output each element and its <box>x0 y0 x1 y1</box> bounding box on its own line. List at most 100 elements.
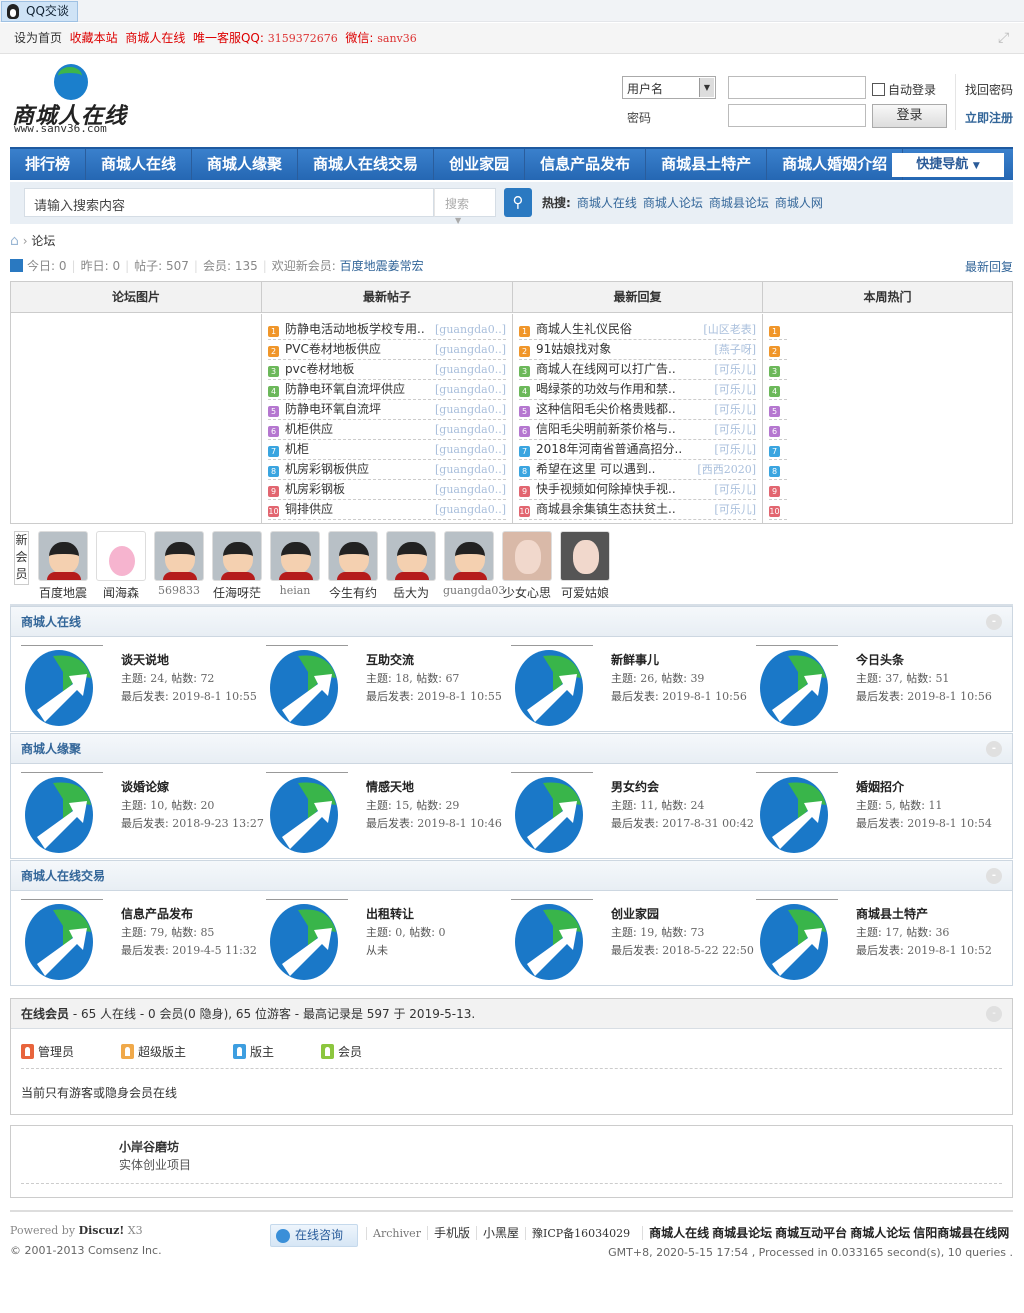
list-item[interactable]: 7 2018年河南省普通高招分.. [可乐儿] <box>519 440 756 460</box>
item-author[interactable]: [guangda0..] <box>435 400 506 419</box>
item-title[interactable]: 防静电活动地板学校专用.. <box>285 322 425 336</box>
item-title[interactable]: 机房彩钢板供应 <box>285 462 369 476</box>
quick-nav-button[interactable]: 快捷导航 ▼ <box>892 153 1004 177</box>
nav-item[interactable]: 创业家园 <box>434 149 526 180</box>
list-item[interactable]: 8 希望在这里 可以遇到.. [西西2020] <box>519 460 756 480</box>
hot-search-link[interactable]: 商城人论坛 <box>643 196 703 210</box>
category-title[interactable]: 商城人在线交易 <box>21 869 105 883</box>
list-item[interactable]: 9 机房彩钢板 [guangda0..] <box>268 480 506 500</box>
hot-search-link[interactable]: 商城人网 <box>775 196 823 210</box>
collapse-icon[interactable]: - <box>986 741 1002 757</box>
footer-link[interactable]: 手机版 <box>426 1226 476 1240</box>
item-title[interactable]: 信阳毛尖明前新茶价格与.. <box>536 422 676 436</box>
nav-item[interactable]: 商城人缘聚 <box>192 149 299 180</box>
forum-name[interactable]: 商城县土特产 <box>856 905 928 922</box>
member-card[interactable]: 少女心思 <box>501 531 553 601</box>
newest-member-link[interactable]: 百度地震姜常宏 <box>340 259 424 273</box>
ad-title[interactable]: 小岸谷磨坊 <box>119 1138 179 1155</box>
list-item[interactable]: 10 商城县余集镇生态扶贫土.. [可乐儿] <box>519 500 756 520</box>
last-post-time[interactable]: 2017-8-31 00:42 <box>662 817 754 830</box>
online-title[interactable]: 在线会员 <box>21 1007 69 1021</box>
last-post-time[interactable]: 2019-8-1 10:55 <box>417 690 502 703</box>
username-input[interactable] <box>728 76 866 99</box>
avatar[interactable] <box>154 531 204 581</box>
item-title[interactable]: 防静电环氧自流坪供应 <box>285 382 405 396</box>
forum-name[interactable]: 今日头条 <box>856 651 904 668</box>
item-author[interactable]: [guangda0..] <box>435 360 506 379</box>
footer-site-link[interactable]: 信阳商城县在线网 <box>913 1226 1009 1240</box>
search-type-select[interactable]: 搜索 ▼ <box>434 188 496 225</box>
list-item[interactable]: 4 喝绿茶的功效与作用和禁.. [可乐儿] <box>519 380 756 400</box>
list-item[interactable]: 1 防静电活动地板学校专用.. [guangda0..] <box>268 320 506 340</box>
item-title[interactable]: 快手视频如何除掉快手视.. <box>536 482 676 496</box>
footer-site-link[interactable]: 商城县论坛 <box>712 1226 772 1240</box>
footer-site-link[interactable]: 商城人论坛 <box>850 1226 910 1240</box>
item-author[interactable]: [guangda0..] <box>435 440 506 459</box>
member-name[interactable]: 今生有约 <box>327 584 379 601</box>
avatar[interactable] <box>270 531 320 581</box>
login-button[interactable]: 登录 <box>872 104 947 128</box>
bookmark-link[interactable]: 收藏本站 <box>70 31 118 45</box>
item-title[interactable]: 机房彩钢板 <box>285 482 345 496</box>
item-title[interactable]: 91姑娘找对象 <box>536 342 611 356</box>
username-type-select[interactable]: 用户名 ▼ <box>622 76 716 99</box>
footer-site-link[interactable]: 商城人在线 <box>642 1226 710 1240</box>
list-item[interactable]: 1 商城人生礼仪民俗 [山区老表] <box>519 320 756 340</box>
footer-site-link[interactable]: 商城互动平台 <box>775 1226 847 1240</box>
member-name[interactable]: guangda03 <box>443 584 505 597</box>
member-card[interactable]: 岳大为 <box>385 531 437 601</box>
member-name[interactable]: 岳大为 <box>385 584 437 601</box>
item-author[interactable]: [guangda0..] <box>435 480 506 499</box>
set-homepage-link[interactable]: 设为首页 <box>14 31 62 45</box>
avatar[interactable] <box>328 531 378 581</box>
nav-item[interactable]: 商城人婚姻介绍 <box>767 149 904 180</box>
search-input[interactable]: 请输入搜索内容 <box>24 188 434 217</box>
search-button[interactable]: ⚲ <box>504 188 532 217</box>
item-author[interactable]: [guangda0..] <box>435 460 506 479</box>
list-item[interactable]: 4 防静电环氧自流坪供应 [guangda0..] <box>268 380 506 400</box>
list-item[interactable]: 10 铜排供应 [guangda0..] <box>268 500 506 520</box>
forum-name[interactable]: 互助交流 <box>366 651 414 668</box>
member-card[interactable]: 任海呀茫 <box>211 531 263 601</box>
forum-name[interactable]: 创业家园 <box>611 905 659 922</box>
latest-reply-link[interactable]: 最新回复 <box>965 258 1013 275</box>
last-post-time[interactable]: 2019-4-5 11:32 <box>172 944 257 957</box>
list-item[interactable]: 7 机柜 [guangda0..] <box>268 440 506 460</box>
forum-name[interactable]: 新鲜事儿 <box>611 651 659 668</box>
last-post-time[interactable]: 2019-8-1 10:56 <box>907 690 992 703</box>
item-title[interactable]: 2018年河南省普通高招分.. <box>536 442 682 456</box>
nav-item[interactable]: 信息产品发布 <box>525 149 647 180</box>
item-author[interactable]: [可乐儿] <box>714 480 756 499</box>
avatar[interactable] <box>386 531 436 581</box>
online-consult-button[interactable]: 在线咨询 <box>270 1224 358 1247</box>
item-author[interactable]: [guangda0..] <box>435 340 506 359</box>
collapse-icon[interactable]: - <box>986 868 1002 884</box>
item-title[interactable]: 机柜 <box>285 442 309 456</box>
forum-name[interactable]: 谈天说地 <box>121 651 169 668</box>
nav-item[interactable]: 商城县土特产 <box>646 149 768 180</box>
list-item[interactable]: 5 防静电环氧自流坪 [guangda0..] <box>268 400 506 420</box>
site-logo[interactable]: 商城人在线 www.sanv36.com <box>12 64 132 136</box>
avatar[interactable] <box>38 531 88 581</box>
list-item[interactable]: 3 商城人在线网可以打广告.. [可乐儿] <box>519 360 756 380</box>
member-card[interactable]: 可爱姑娘 <box>559 531 611 601</box>
last-post-time[interactable]: 2019-8-1 10:55 <box>172 690 257 703</box>
item-author[interactable]: [可乐儿] <box>714 420 756 439</box>
nav-item[interactable]: 商城人在线交易 <box>298 149 435 180</box>
item-title[interactable]: pvc卷材地板 <box>285 362 354 376</box>
footer-link[interactable]: Archiver <box>366 1227 427 1240</box>
last-post-time[interactable]: 2019-8-1 10:54 <box>907 817 992 830</box>
nav-item[interactable]: 排行榜 <box>10 149 87 180</box>
list-item[interactable]: 6 机柜供应 [guangda0..] <box>268 420 506 440</box>
member-name[interactable]: 任海呀茫 <box>211 584 263 601</box>
item-author[interactable]: [可乐儿] <box>714 440 756 459</box>
member-name[interactable]: 百度地震 <box>37 584 89 601</box>
item-title[interactable]: 喝绿茶的功效与作用和禁.. <box>536 382 676 396</box>
item-title[interactable]: 铜排供应 <box>285 502 333 516</box>
item-title[interactable]: 这种信阳毛尖价格贵贱都.. <box>536 402 676 416</box>
category-title[interactable]: 商城人缘聚 <box>21 742 81 756</box>
member-card[interactable]: 百度地震 <box>37 531 89 601</box>
forum-name[interactable]: 婚姻招介 <box>856 778 904 795</box>
member-card[interactable]: guangda03 <box>443 531 505 597</box>
list-item[interactable]: 8 机房彩钢板供应 [guangda0..] <box>268 460 506 480</box>
